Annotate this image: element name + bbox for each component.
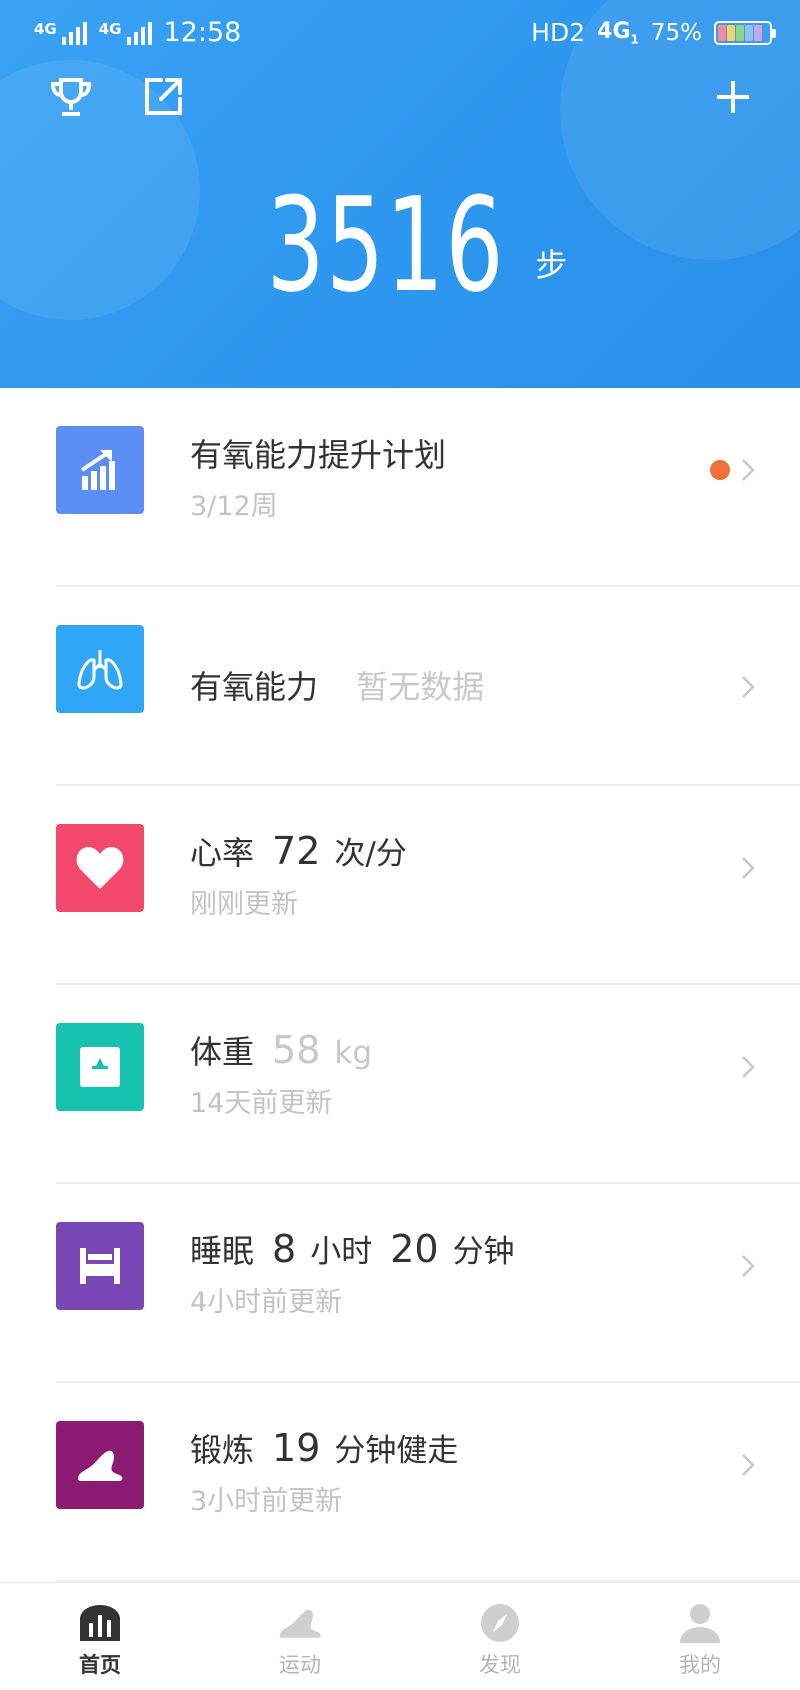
tab-label: 运动	[279, 1653, 321, 1677]
card-title-row: 体重 58 kg	[190, 1027, 372, 1073]
header: 4G 4G 12:58 HD2 4G1 75% 3516 步	[0, 0, 800, 388]
card-value: 19	[272, 1426, 321, 1470]
tab-label: 我的	[679, 1653, 721, 1677]
signal-label: 4G	[98, 19, 122, 38]
chevron-right-icon	[736, 1248, 760, 1284]
hd-label: HD2	[531, 18, 586, 47]
card-subtitle: 刚刚更新	[190, 889, 298, 920]
step-unit: 步	[535, 246, 568, 284]
scale-icon	[80, 1047, 120, 1087]
card-unit: kg	[334, 1035, 373, 1071]
network-type: 4G	[597, 18, 631, 44]
signal-label: 4G	[34, 19, 57, 38]
card-title-row: 锻炼 19 分钟健走	[190, 1425, 458, 1471]
card-icon-bg	[56, 426, 144, 514]
card-exercise[interactable]: 锻炼 19 分钟健走 3小时前更新	[0, 1383, 800, 1582]
person-icon	[676, 1601, 724, 1645]
card-subtitle: 4小时前更新	[190, 1287, 343, 1318]
chevron-right-icon	[736, 452, 760, 488]
card-unit: 分钟健走	[334, 1433, 459, 1469]
heart-icon	[76, 846, 124, 889]
bottom-tab-bar: 首页 运动 发现 我的	[0, 1582, 800, 1690]
card-icon-bg	[56, 824, 144, 912]
tab-mine[interactable]: 我的	[600, 1583, 800, 1690]
tab-label: 首页	[79, 1653, 121, 1677]
card-title: 有氧能力提升计划	[190, 436, 447, 474]
chevron-right-icon	[736, 1447, 760, 1483]
card-heart-rate[interactable]: 心率 72 次/分 刚刚更新	[0, 786, 800, 985]
home-chart-icon	[76, 1601, 124, 1645]
tab-discover[interactable]: 发现	[400, 1583, 600, 1690]
card-title: 心率	[190, 834, 255, 872]
trophy-icon[interactable]	[46, 72, 96, 122]
card-weight[interactable]: 体重 58 kg 14天前更新	[0, 985, 800, 1184]
card-status: 暂无数据	[356, 668, 485, 706]
chevron-right-icon	[736, 669, 760, 705]
card-title: 体重	[190, 1033, 255, 1071]
card-subtitle: 14天前更新	[190, 1088, 333, 1119]
chevron-right-icon	[736, 1049, 760, 1085]
card-value-minutes: 20	[390, 1227, 439, 1271]
bed-icon	[80, 1248, 120, 1284]
step-counter: 3516 步	[0, 180, 800, 310]
card-icon-bg	[56, 1023, 144, 1111]
share-icon[interactable]	[138, 72, 188, 122]
card-value: 58	[272, 1028, 321, 1072]
card-title-row: 有氧能力 暂无数据	[190, 662, 484, 708]
health-card-list: 有氧能力提升计划 3/12周 有氧能力 暂无数据 心率 72 次/分 刚刚更新 …	[0, 388, 800, 1582]
bar-chart-up-icon	[80, 450, 115, 490]
tab-label: 发现	[479, 1653, 521, 1677]
shoe-icon	[276, 1601, 324, 1645]
card-unit: 次/分	[334, 836, 407, 872]
battery-icon	[714, 20, 776, 45]
card-subtitle: 3/12周	[190, 491, 278, 522]
card-value: 72	[272, 829, 321, 873]
card-title: 锻炼	[190, 1431, 255, 1469]
card-icon-bg	[56, 1421, 144, 1509]
plus-icon[interactable]	[708, 72, 758, 122]
card-aerobic-plan[interactable]: 有氧能力提升计划 3/12周	[0, 388, 800, 587]
card-subtitle: 3小时前更新	[190, 1486, 343, 1517]
network-label: 4G1	[597, 19, 639, 46]
card-sleep[interactable]: 睡眠 8 小时 20 分钟 4小时前更新	[0, 1184, 800, 1383]
compass-icon	[476, 1601, 524, 1645]
card-unit-minutes: 分钟	[452, 1234, 515, 1270]
lungs-icon	[77, 650, 123, 690]
notification-dot	[710, 460, 730, 480]
tab-sport[interactable]: 运动	[200, 1583, 400, 1690]
card-unit-hours: 小时	[310, 1234, 373, 1270]
card-aerobic-capacity[interactable]: 有氧能力 暂无数据	[0, 587, 800, 786]
status-time: 12:58	[163, 17, 242, 48]
card-title: 睡眠	[190, 1232, 255, 1270]
card-title: 有氧能力	[190, 668, 319, 706]
network-sub: 1	[630, 32, 639, 47]
status-bar: 4G 4G 12:58 HD2 4G1 75%	[0, 0, 800, 70]
shoe-icon	[78, 1450, 123, 1481]
signal-1-icon: 4G	[34, 19, 87, 45]
card-value-hours: 8	[272, 1227, 297, 1271]
battery-percent: 75%	[650, 19, 702, 46]
card-icon-bg	[56, 625, 144, 713]
card-title-row: 睡眠 8 小时 20 分钟	[190, 1226, 515, 1272]
signal-2-icon: 4G	[98, 19, 152, 45]
tab-home[interactable]: 首页	[0, 1583, 200, 1690]
chevron-right-icon	[736, 850, 760, 886]
step-count: 3516	[266, 169, 505, 321]
card-title-row: 心率 72 次/分	[190, 828, 407, 874]
card-icon-bg	[56, 1222, 144, 1310]
